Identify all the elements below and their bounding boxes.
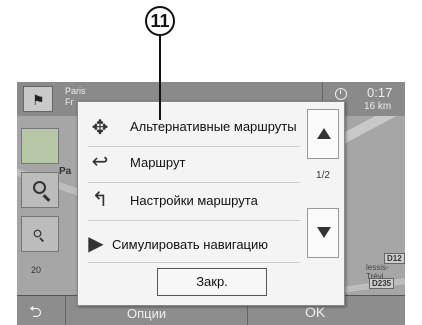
zoom-out-button[interactable] — [21, 216, 59, 252]
map-view-button[interactable] — [21, 128, 59, 164]
callout-leader-line — [159, 36, 161, 120]
menu-item-label: Настройки маршрута — [130, 193, 258, 208]
callout-number: 11 — [145, 6, 175, 36]
menu-item-simulate-navigation[interactable]: ▶ Симулировать навигацию — [84, 228, 302, 258]
menu-item-route[interactable]: ↩ Маршрут — [84, 148, 302, 178]
menu-item-alternative-routes[interactable]: ✥ Альтернативные маршруты — [84, 110, 302, 146]
clock-icon — [335, 88, 347, 100]
remaining-distance: 16 km — [364, 101, 392, 112]
scroll-down-button[interactable] — [307, 208, 339, 258]
route-settings-icon: ↰ — [91, 189, 109, 211]
checkered-flag-icon: ⚑ — [32, 92, 45, 108]
divider — [88, 182, 300, 183]
menu-item-label: Симулировать навигацию — [112, 238, 269, 252]
left-toolbar — [17, 116, 75, 286]
menu-item-route-settings[interactable]: ↰ Настройки маршрута — [84, 186, 302, 216]
arrow-down-icon — [317, 227, 331, 238]
route-icon: ↩ — [91, 151, 109, 173]
divider — [88, 146, 300, 147]
menu-item-label: Альтернативные маршруты — [130, 119, 297, 134]
destination-button[interactable]: ⚑ — [23, 86, 53, 112]
options-button[interactable]: Опции — [127, 306, 166, 321]
remaining-time: 0:17 — [367, 85, 393, 100]
destination-city: Paris — [65, 86, 86, 96]
destination-country: Fr — [65, 97, 74, 107]
back-arrow-icon[interactable]: ⮌ — [29, 301, 42, 325]
zoom-in-button[interactable] — [21, 172, 59, 208]
page-indicator: 1/2 — [316, 170, 330, 181]
menu-item-label: Маршрут — [130, 155, 186, 170]
map-label-road-d235: D235 — [369, 278, 395, 289]
arrow-up-icon — [317, 128, 331, 139]
magnifier-icon — [33, 181, 46, 194]
scroll-up-button[interactable] — [307, 109, 339, 159]
alternative-routes-icon: ✥ — [91, 117, 109, 139]
close-button[interactable]: Закр. — [157, 268, 267, 296]
magnifier-small-icon — [33, 229, 42, 238]
divider — [88, 262, 300, 263]
ok-button[interactable]: OK — [305, 304, 325, 320]
options-popup: ✥ Альтернативные маршруты ↩ Маршрут ↰ На… — [77, 101, 345, 306]
play-icon: ▶ — [88, 233, 104, 255]
divider — [65, 296, 66, 325]
divider — [88, 220, 300, 221]
